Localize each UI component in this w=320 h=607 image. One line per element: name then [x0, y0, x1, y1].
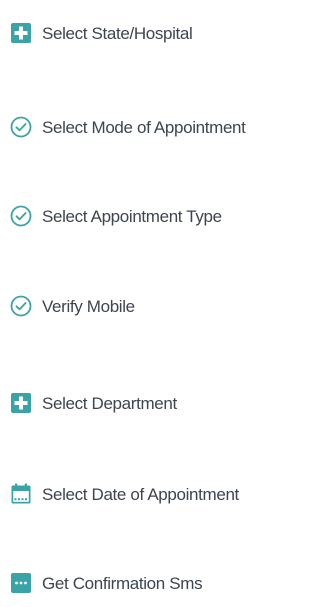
- appointment-steps-list: Select State/Hospital Select Mode of App…: [0, 0, 302, 607]
- step-select-appointment-type[interactable]: Select Appointment Type: [10, 201, 222, 231]
- step-label: Get Confirmation Sms: [42, 573, 203, 593]
- step-label: Select Mode of Appointment: [42, 117, 246, 137]
- step-label: Select Appointment Type: [42, 206, 222, 226]
- step-select-department[interactable]: Select Department: [10, 388, 177, 418]
- check-circle-icon: [10, 295, 32, 317]
- step-get-confirmation-sms[interactable]: Get Confirmation Sms: [10, 568, 203, 598]
- sms-icon: [10, 572, 32, 594]
- hospital-plus-icon: [10, 22, 32, 44]
- step-label: Select Date of Appointment: [42, 484, 239, 504]
- step-select-date-of-appointment[interactable]: Select Date of Appointment: [10, 479, 239, 509]
- step-label: Verify Mobile: [42, 296, 135, 316]
- calendar-icon: [10, 483, 32, 505]
- step-verify-mobile[interactable]: Verify Mobile: [10, 291, 135, 321]
- step-select-state-hospital[interactable]: Select State/Hospital: [10, 18, 193, 48]
- step-label: Select Department: [42, 393, 177, 413]
- step-label: Select State/Hospital: [42, 23, 193, 43]
- check-circle-icon: [10, 116, 32, 138]
- hospital-plus-icon: [10, 392, 32, 414]
- check-circle-icon: [10, 205, 32, 227]
- step-select-mode-of-appointment[interactable]: Select Mode of Appointment: [10, 112, 246, 142]
